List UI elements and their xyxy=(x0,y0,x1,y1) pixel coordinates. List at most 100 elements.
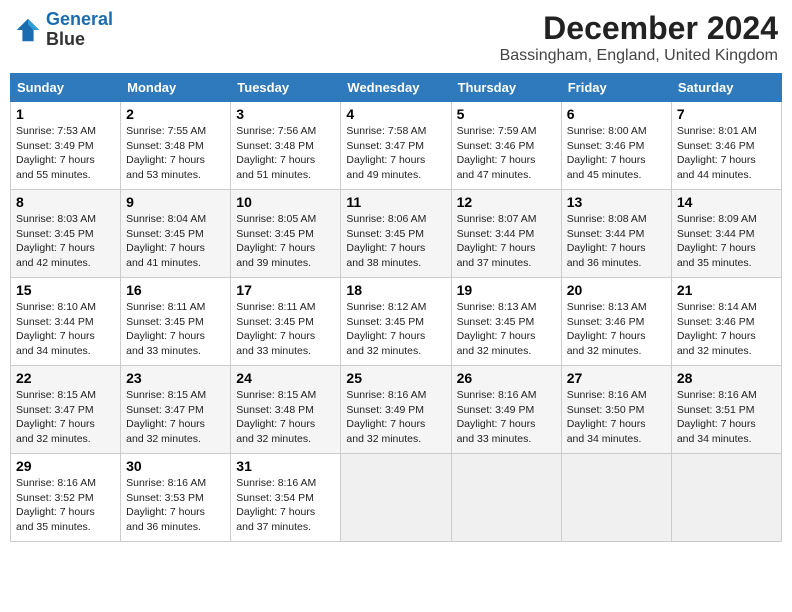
day-info: Sunrise: 8:14 AM Sunset: 3:46 PM Dayligh… xyxy=(677,300,776,359)
weekday-header: Wednesday xyxy=(341,74,451,102)
calendar-cell: 18 Sunrise: 8:12 AM Sunset: 3:45 PM Dayl… xyxy=(341,278,451,366)
sunrise-text: Sunrise: 8:16 AM xyxy=(346,388,445,403)
day-info: Sunrise: 8:16 AM Sunset: 3:53 PM Dayligh… xyxy=(126,476,225,535)
day-info: Sunrise: 8:13 AM Sunset: 3:46 PM Dayligh… xyxy=(567,300,666,359)
sunrise-text: Sunrise: 8:16 AM xyxy=(16,476,115,491)
day-number: 31 xyxy=(236,458,335,474)
logo-icon xyxy=(14,16,42,44)
calendar-cell: 24 Sunrise: 8:15 AM Sunset: 3:48 PM Dayl… xyxy=(231,366,341,454)
day-info: Sunrise: 8:10 AM Sunset: 3:44 PM Dayligh… xyxy=(16,300,115,359)
day-number: 16 xyxy=(126,282,225,298)
calendar-cell xyxy=(671,454,781,542)
daylight-text: Daylight: 7 hours and 36 minutes. xyxy=(567,241,666,270)
day-number: 12 xyxy=(457,194,556,210)
calendar-week-row: 15 Sunrise: 8:10 AM Sunset: 3:44 PM Dayl… xyxy=(11,278,782,366)
day-number: 14 xyxy=(677,194,776,210)
sunset-text: Sunset: 3:51 PM xyxy=(677,403,776,418)
sunrise-text: Sunrise: 8:16 AM xyxy=(126,476,225,491)
logo: General Blue xyxy=(14,10,113,50)
day-info: Sunrise: 8:06 AM Sunset: 3:45 PM Dayligh… xyxy=(346,212,445,271)
daylight-text: Daylight: 7 hours and 35 minutes. xyxy=(16,505,115,534)
day-info: Sunrise: 8:00 AM Sunset: 3:46 PM Dayligh… xyxy=(567,124,666,183)
daylight-text: Daylight: 7 hours and 34 minutes. xyxy=(16,329,115,358)
calendar-cell: 2 Sunrise: 7:55 AM Sunset: 3:48 PM Dayli… xyxy=(121,102,231,190)
sunset-text: Sunset: 3:48 PM xyxy=(236,403,335,418)
calendar-cell: 3 Sunrise: 7:56 AM Sunset: 3:48 PM Dayli… xyxy=(231,102,341,190)
day-info: Sunrise: 8:16 AM Sunset: 3:49 PM Dayligh… xyxy=(346,388,445,447)
day-info: Sunrise: 8:16 AM Sunset: 3:49 PM Dayligh… xyxy=(457,388,556,447)
sunrise-text: Sunrise: 8:16 AM xyxy=(677,388,776,403)
day-info: Sunrise: 8:08 AM Sunset: 3:44 PM Dayligh… xyxy=(567,212,666,271)
day-info: Sunrise: 7:58 AM Sunset: 3:47 PM Dayligh… xyxy=(346,124,445,183)
weekday-header: Tuesday xyxy=(231,74,341,102)
sunset-text: Sunset: 3:46 PM xyxy=(677,139,776,154)
day-info: Sunrise: 8:01 AM Sunset: 3:46 PM Dayligh… xyxy=(677,124,776,183)
logo-text: General Blue xyxy=(46,10,113,50)
sunset-text: Sunset: 3:45 PM xyxy=(126,227,225,242)
day-info: Sunrise: 7:53 AM Sunset: 3:49 PM Dayligh… xyxy=(16,124,115,183)
daylight-text: Daylight: 7 hours and 41 minutes. xyxy=(126,241,225,270)
calendar-cell: 22 Sunrise: 8:15 AM Sunset: 3:47 PM Dayl… xyxy=(11,366,121,454)
day-info: Sunrise: 7:56 AM Sunset: 3:48 PM Dayligh… xyxy=(236,124,335,183)
sunset-text: Sunset: 3:49 PM xyxy=(16,139,115,154)
day-info: Sunrise: 7:59 AM Sunset: 3:46 PM Dayligh… xyxy=(457,124,556,183)
calendar-header-row: SundayMondayTuesdayWednesdayThursdayFrid… xyxy=(11,74,782,102)
sunrise-text: Sunrise: 8:00 AM xyxy=(567,124,666,139)
weekday-header: Monday xyxy=(121,74,231,102)
sunrise-text: Sunrise: 8:13 AM xyxy=(457,300,556,315)
sunrise-text: Sunrise: 8:04 AM xyxy=(126,212,225,227)
daylight-text: Daylight: 7 hours and 47 minutes. xyxy=(457,153,556,182)
sunset-text: Sunset: 3:49 PM xyxy=(346,403,445,418)
sunset-text: Sunset: 3:46 PM xyxy=(567,139,666,154)
daylight-text: Daylight: 7 hours and 37 minutes. xyxy=(457,241,556,270)
calendar-cell: 19 Sunrise: 8:13 AM Sunset: 3:45 PM Dayl… xyxy=(451,278,561,366)
sunrise-text: Sunrise: 8:16 AM xyxy=(457,388,556,403)
day-number: 10 xyxy=(236,194,335,210)
calendar-cell: 13 Sunrise: 8:08 AM Sunset: 3:44 PM Dayl… xyxy=(561,190,671,278)
sunset-text: Sunset: 3:47 PM xyxy=(346,139,445,154)
sunrise-text: Sunrise: 7:59 AM xyxy=(457,124,556,139)
calendar-cell xyxy=(561,454,671,542)
sunrise-text: Sunrise: 8:06 AM xyxy=(346,212,445,227)
sunrise-text: Sunrise: 7:55 AM xyxy=(126,124,225,139)
month-title: December 2024 xyxy=(500,10,778,47)
daylight-text: Daylight: 7 hours and 42 minutes. xyxy=(16,241,115,270)
day-number: 13 xyxy=(567,194,666,210)
weekday-header: Thursday xyxy=(451,74,561,102)
sunrise-text: Sunrise: 8:11 AM xyxy=(236,300,335,315)
sunrise-text: Sunrise: 8:14 AM xyxy=(677,300,776,315)
calendar-cell: 27 Sunrise: 8:16 AM Sunset: 3:50 PM Dayl… xyxy=(561,366,671,454)
daylight-text: Daylight: 7 hours and 37 minutes. xyxy=(236,505,335,534)
day-info: Sunrise: 8:16 AM Sunset: 3:52 PM Dayligh… xyxy=(16,476,115,535)
calendar-cell: 20 Sunrise: 8:13 AM Sunset: 3:46 PM Dayl… xyxy=(561,278,671,366)
daylight-text: Daylight: 7 hours and 36 minutes. xyxy=(126,505,225,534)
daylight-text: Daylight: 7 hours and 49 minutes. xyxy=(346,153,445,182)
sunset-text: Sunset: 3:46 PM xyxy=(567,315,666,330)
sunset-text: Sunset: 3:52 PM xyxy=(16,491,115,506)
calendar-cell xyxy=(451,454,561,542)
sunrise-text: Sunrise: 8:15 AM xyxy=(16,388,115,403)
day-number: 8 xyxy=(16,194,115,210)
calendar-table: SundayMondayTuesdayWednesdayThursdayFrid… xyxy=(10,73,782,542)
sunrise-text: Sunrise: 8:03 AM xyxy=(16,212,115,227)
day-number: 19 xyxy=(457,282,556,298)
day-number: 2 xyxy=(126,106,225,122)
day-number: 21 xyxy=(677,282,776,298)
calendar-cell: 1 Sunrise: 7:53 AM Sunset: 3:49 PM Dayli… xyxy=(11,102,121,190)
sunrise-text: Sunrise: 8:15 AM xyxy=(126,388,225,403)
daylight-text: Daylight: 7 hours and 34 minutes. xyxy=(677,417,776,446)
day-info: Sunrise: 8:05 AM Sunset: 3:45 PM Dayligh… xyxy=(236,212,335,271)
day-number: 1 xyxy=(16,106,115,122)
calendar-cell: 7 Sunrise: 8:01 AM Sunset: 3:46 PM Dayli… xyxy=(671,102,781,190)
daylight-text: Daylight: 7 hours and 38 minutes. xyxy=(346,241,445,270)
day-number: 26 xyxy=(457,370,556,386)
sunset-text: Sunset: 3:45 PM xyxy=(457,315,556,330)
day-info: Sunrise: 7:55 AM Sunset: 3:48 PM Dayligh… xyxy=(126,124,225,183)
day-number: 27 xyxy=(567,370,666,386)
calendar-cell: 9 Sunrise: 8:04 AM Sunset: 3:45 PM Dayli… xyxy=(121,190,231,278)
sunset-text: Sunset: 3:53 PM xyxy=(126,491,225,506)
sunrise-text: Sunrise: 7:56 AM xyxy=(236,124,335,139)
day-info: Sunrise: 8:11 AM Sunset: 3:45 PM Dayligh… xyxy=(126,300,225,359)
weekday-header: Sunday xyxy=(11,74,121,102)
sunrise-text: Sunrise: 7:53 AM xyxy=(16,124,115,139)
